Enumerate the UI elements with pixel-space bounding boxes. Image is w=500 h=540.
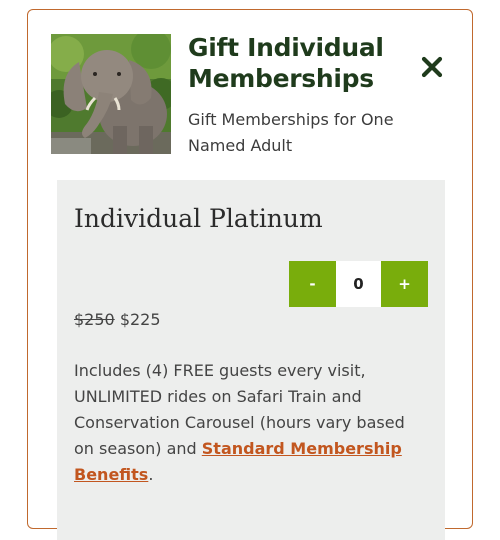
sale-price: $225 [119, 310, 161, 329]
description-end: . [148, 465, 154, 484]
decrement-button[interactable]: - [289, 261, 336, 307]
close-icon[interactable] [419, 54, 445, 80]
quantity-input[interactable] [336, 261, 381, 307]
increment-button[interactable]: + [381, 261, 428, 307]
price: $250 $225 [74, 310, 161, 329]
plan-card: Individual Platinum - + $250 $225 Includ… [57, 180, 445, 540]
modal-title: Gift Individual Memberships [188, 33, 384, 93]
elephant-image [51, 34, 171, 154]
plan-name: Individual Platinum [74, 204, 323, 233]
quantity-stepper: - + [289, 261, 428, 307]
plan-description: Includes (4) FREE guests every visit, UN… [74, 358, 426, 488]
gift-membership-modal: Gift Individual Memberships Gift Members… [27, 9, 473, 540]
original-price: $250 [74, 310, 115, 329]
modal-subtitle: Gift Memberships for One Named Adult [188, 110, 394, 155]
